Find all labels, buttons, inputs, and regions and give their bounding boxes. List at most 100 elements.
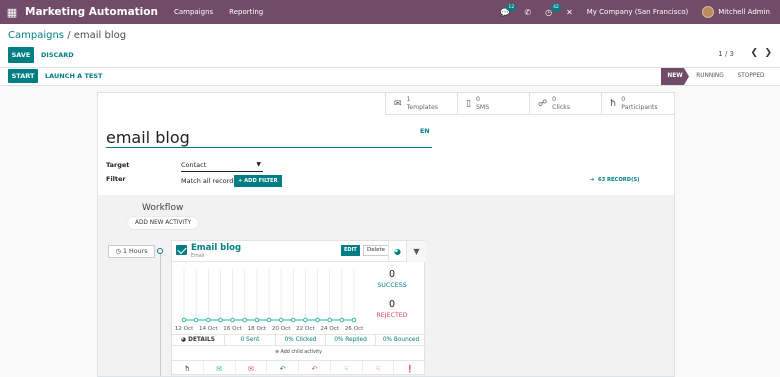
trigger-opened-icon[interactable]: ✉ bbox=[204, 361, 236, 376]
clicked-stat[interactable]: 0% Clicked bbox=[276, 335, 326, 345]
avatar[interactable] bbox=[702, 6, 715, 18]
mobile-icon: ▯ bbox=[466, 98, 471, 109]
activity-clock-icon[interactable]: ◷ 42 bbox=[545, 3, 561, 17]
activity-title[interactable]: Email blog bbox=[191, 243, 241, 253]
trigger-interval[interactable]: ◷ 1 Hours bbox=[108, 245, 155, 258]
save-button[interactable]: SAVE bbox=[8, 47, 34, 63]
sms-smart-button[interactable]: ▯ 0 SMS bbox=[457, 93, 529, 115]
templates-count: 1 bbox=[406, 96, 411, 103]
participants-label: Participants bbox=[621, 104, 658, 111]
participants-smart-button[interactable]: ħ 0 Participants bbox=[601, 93, 674, 115]
trigger-not-clicked-icon[interactable]: ☟ bbox=[363, 361, 395, 376]
chart-tick-label: 16 Oct bbox=[223, 326, 242, 332]
form-sheet: ✉ 1 Templates ▯ 0 SMS ☍ 0 Clicks ħ 0 Partici… bbox=[97, 92, 675, 377]
chat-badge: 12 bbox=[506, 3, 517, 11]
chart-point bbox=[339, 317, 345, 323]
envelope-icon: ✉ bbox=[394, 98, 402, 109]
breadcrumb: Campaigns / email blog bbox=[8, 30, 126, 41]
pie-chart-icon[interactable]: ◕ bbox=[388, 241, 406, 262]
chart-tick-label: 22 Oct bbox=[296, 326, 315, 332]
stage-running[interactable]: RUNNING bbox=[693, 68, 727, 85]
activity-card-header: Email blog Email EDIT Delete ◕ ▼ bbox=[172, 241, 426, 262]
chart-point bbox=[278, 317, 284, 323]
details-button[interactable]: ◕ DETAILS bbox=[172, 335, 225, 345]
launch-test-button[interactable]: LAUNCH A TEST bbox=[45, 68, 102, 84]
chart-point bbox=[327, 317, 332, 323]
tools-icon[interactable]: ✕ bbox=[566, 8, 573, 17]
replied-stat[interactable]: 0% Replied bbox=[326, 335, 376, 345]
campaign-name-input[interactable]: email blog bbox=[106, 128, 432, 148]
breadcrumb-campaigns[interactable]: Campaigns bbox=[8, 30, 64, 41]
target-value: Contact bbox=[181, 161, 207, 169]
add-filter-label: ADD FILTER bbox=[244, 178, 278, 184]
filter-domain-text: Match all records bbox=[181, 177, 237, 185]
pager-previous-icon[interactable]: ❮ bbox=[750, 48, 758, 58]
rejected-count: 0 bbox=[388, 299, 396, 310]
activity-chart: 12 Oct 14 Oct 16 Oct 18 Oct 20 Oct 22 Oct 24 O… bbox=[175, 269, 364, 332]
add-new-activity-button[interactable]: ADD NEW ACTIVITY bbox=[128, 217, 199, 229]
target-select[interactable]: Contact ▼ bbox=[181, 161, 263, 172]
chart-tick-label: 14 Oct bbox=[199, 326, 218, 332]
trigger-not-opened-icon[interactable]: ✉ bbox=[236, 361, 268, 376]
breadcrumb-current: email blog bbox=[73, 30, 127, 41]
start-button[interactable]: START bbox=[8, 69, 38, 83]
edit-button[interactable]: EDIT bbox=[341, 245, 360, 256]
caret-down-icon: ▼ bbox=[256, 161, 261, 168]
chart-point bbox=[351, 317, 357, 323]
add-filter-button[interactable]: + ADD FILTER bbox=[234, 175, 282, 187]
trigger-bounced-icon[interactable]: ❗ bbox=[394, 361, 426, 376]
plus-circle-icon: ⊕ bbox=[275, 350, 280, 355]
status-bar: START LAUNCH A TEST NEW RUNNING STOPPED bbox=[0, 68, 780, 86]
add-child-activity[interactable]: ⊕ Add child activity bbox=[275, 350, 322, 355]
activity-stats-bar: ◕ DETAILS 0 Sent 0% Clicked 0% Replied 0… bbox=[172, 334, 426, 346]
stage-stopped[interactable]: STOPPED bbox=[734, 68, 768, 85]
discard-button[interactable]: DISCARD bbox=[41, 47, 74, 63]
trigger-clicked-icon[interactable]: ☟ bbox=[331, 361, 363, 376]
stage-new[interactable]: NEW bbox=[661, 68, 689, 85]
chart-point bbox=[193, 317, 199, 323]
breadcrumb-separator: / bbox=[64, 30, 74, 41]
pager-next-icon[interactable]: ❯ bbox=[764, 48, 772, 58]
chart-tick-label: 24 Oct bbox=[320, 326, 339, 332]
funnel-icon[interactable]: ▼ bbox=[406, 241, 426, 262]
chart-tick-label: 12 Oct bbox=[175, 326, 194, 332]
trigger-replied-icon[interactable]: ↶ bbox=[267, 361, 299, 376]
menu-campaigns[interactable]: Campaigns bbox=[174, 8, 213, 16]
chart-point bbox=[315, 317, 320, 323]
sent-stat[interactable]: 0 Sent bbox=[225, 335, 276, 345]
chat-icon[interactable]: 💬 12 bbox=[500, 3, 517, 17]
activity-type: Email bbox=[191, 254, 205, 259]
chart-point bbox=[266, 317, 272, 323]
menu-reporting[interactable]: Reporting bbox=[229, 8, 263, 16]
clock-icon: ◷ bbox=[115, 248, 122, 255]
chart-point bbox=[291, 317, 296, 323]
app-title[interactable]: Marketing Automation bbox=[25, 6, 158, 18]
child-activity-triggers: ħ ✉ ✉ ↶ ↶ ☟ ☟ ❗ bbox=[172, 360, 426, 376]
add-child-activity-label: Add child activity bbox=[280, 350, 322, 355]
arrow-right-icon: ➜ bbox=[590, 177, 595, 183]
sms-count: 0 bbox=[475, 96, 480, 103]
workflow-area: Workflow ADD NEW ACTIVITY ◷ 1 Hours Emai… bbox=[98, 195, 674, 376]
trigger-not-replied-icon[interactable]: ↶ bbox=[299, 361, 331, 376]
user-icon: ħ bbox=[610, 98, 617, 109]
activity-card: Email blog Email EDIT Delete ◕ ▼ 12 Oct 1… bbox=[171, 240, 426, 376]
templates-smart-button[interactable]: ✉ 1 Templates bbox=[385, 93, 457, 115]
templates-label: Templates bbox=[406, 104, 439, 111]
chart-point bbox=[242, 317, 247, 323]
language-button[interactable]: EN bbox=[420, 128, 430, 135]
user-menu[interactable]: Mitchell Admin bbox=[718, 8, 770, 16]
company-switcher[interactable]: My Company (San Francisco) bbox=[587, 8, 688, 16]
pie-chart-icon: ◕ bbox=[181, 337, 187, 343]
email-icon bbox=[176, 245, 187, 255]
chart-point bbox=[181, 317, 187, 323]
bounced-stat[interactable]: 0% Bounced bbox=[376, 335, 426, 345]
rejected-label: REJECTED bbox=[376, 312, 408, 319]
target-label: Target bbox=[106, 161, 130, 169]
trigger-hourglass-icon[interactable]: ħ bbox=[172, 361, 204, 376]
phone-icon[interactable]: ✆ bbox=[524, 8, 531, 17]
records-link[interactable]: ➜ 63 RECORD(S) bbox=[590, 177, 640, 183]
apps-menu-icon[interactable]: ▦ bbox=[0, 6, 24, 19]
clicks-smart-button[interactable]: ☍ 0 Clicks bbox=[529, 93, 601, 115]
delete-button[interactable]: Delete bbox=[363, 245, 390, 256]
chart-point bbox=[303, 317, 308, 323]
